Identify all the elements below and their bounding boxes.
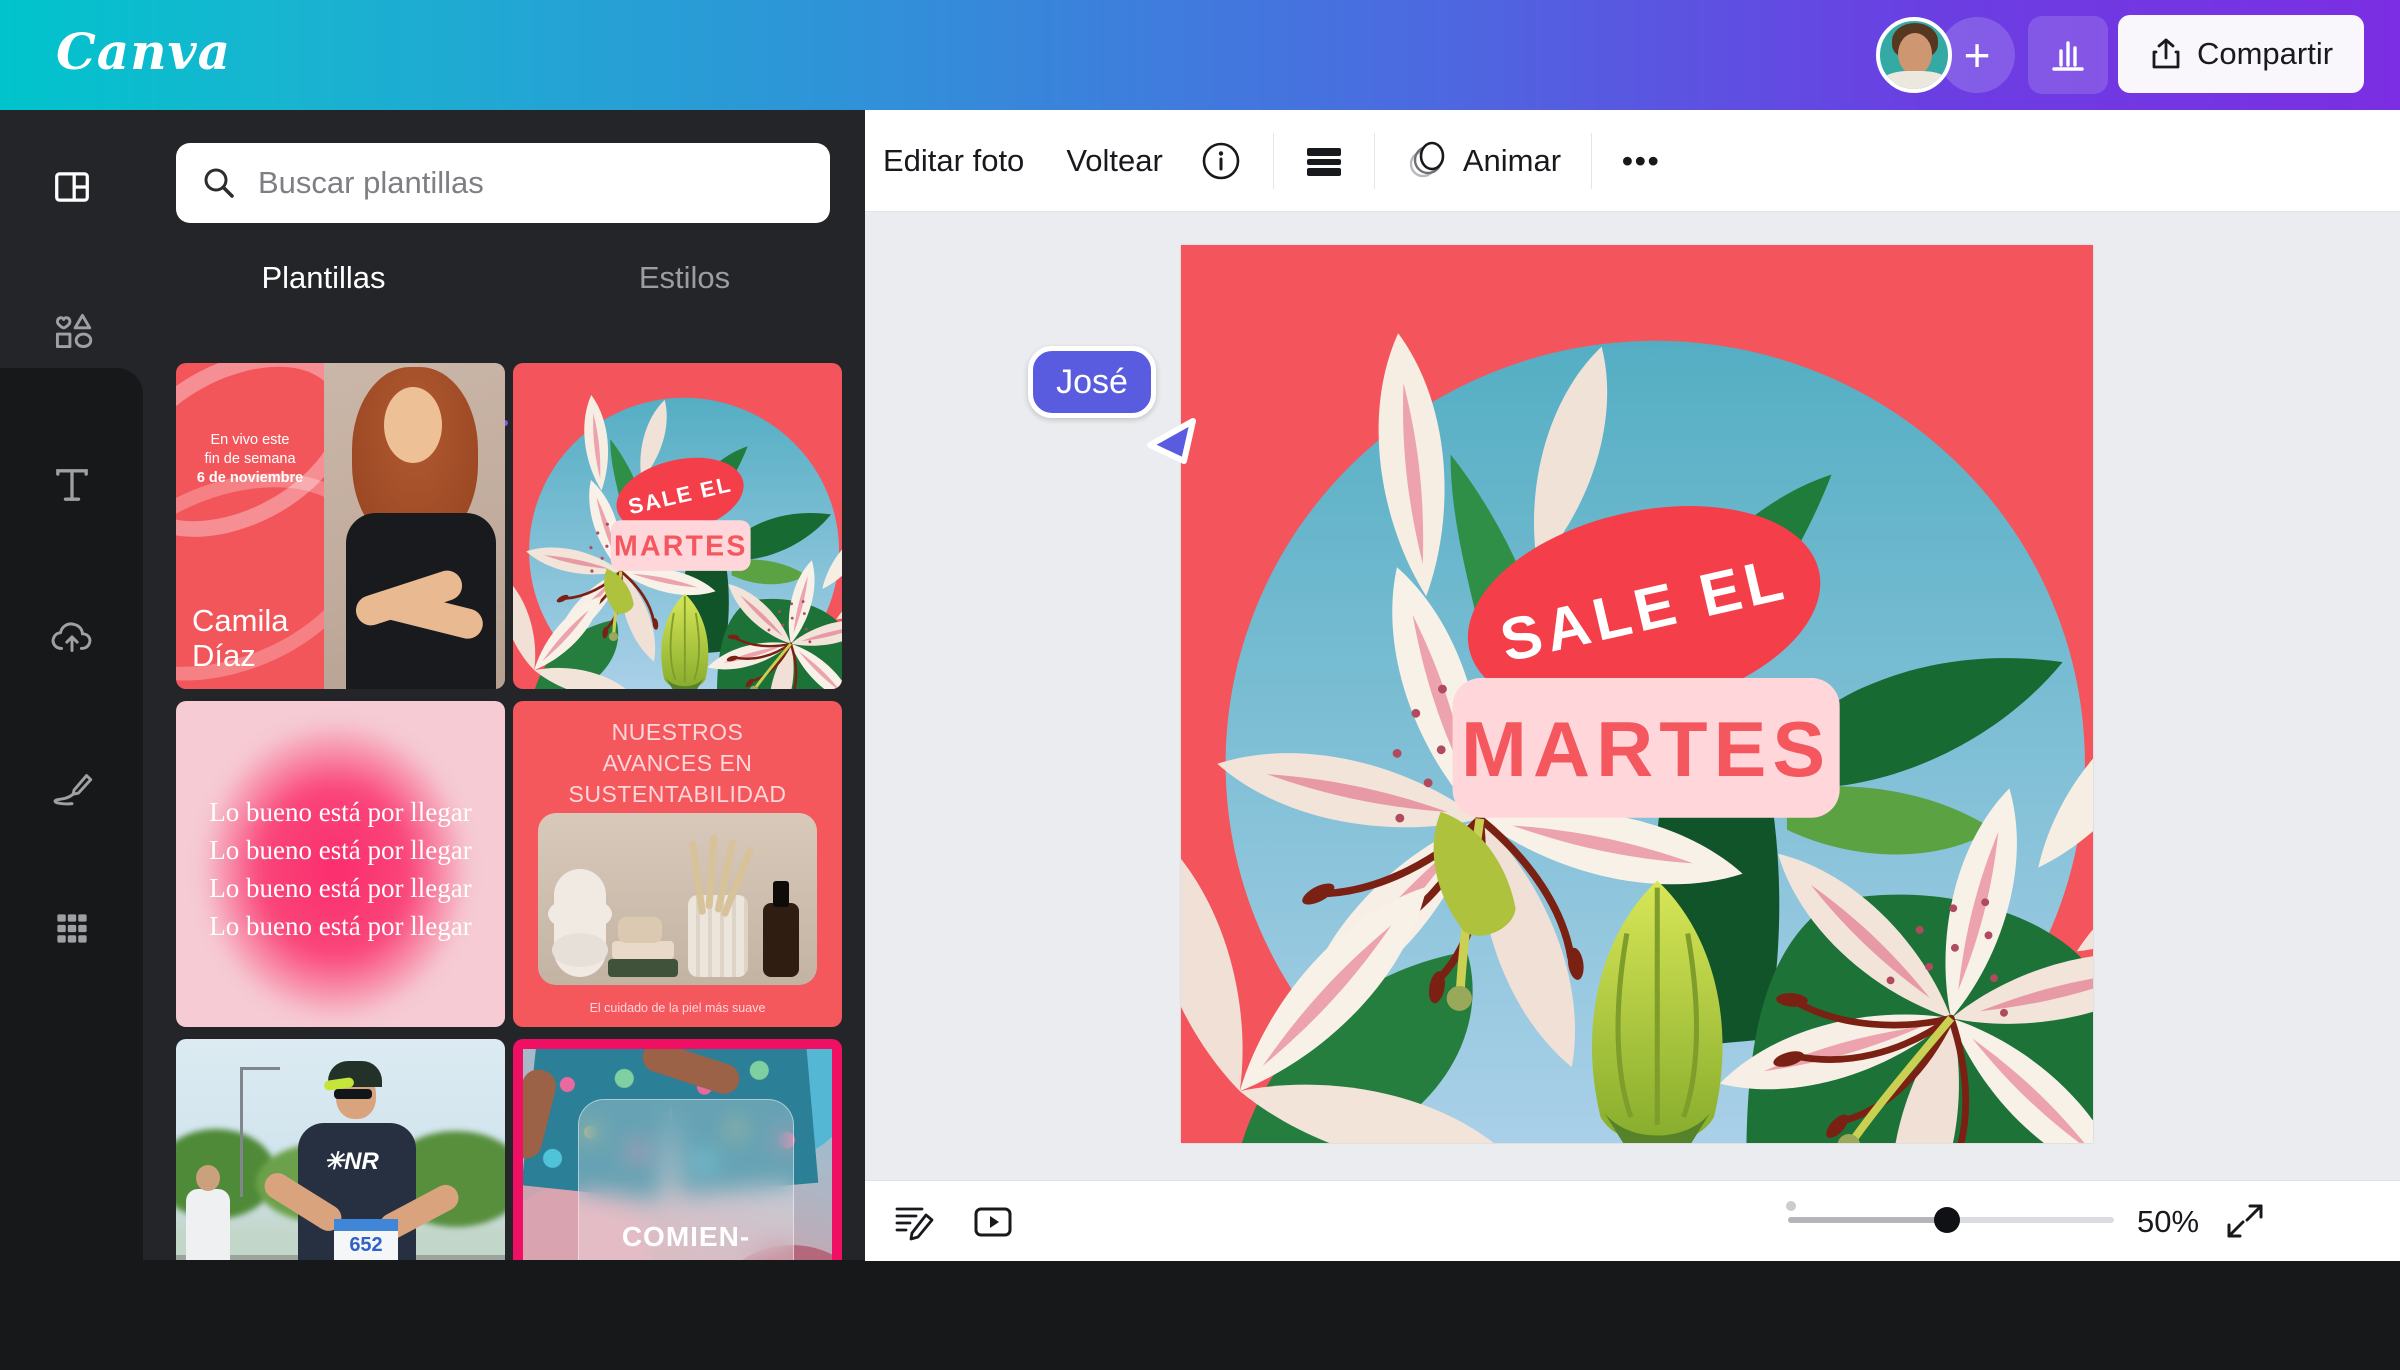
sidebar-item-text[interactable]	[0, 450, 143, 520]
share-upload-icon	[2149, 37, 2183, 71]
sidebar-item-uploads[interactable]	[0, 603, 143, 673]
animate-button[interactable]: Animar	[1405, 138, 1561, 184]
race-bib: 652	[334, 1219, 398, 1260]
edit-photo-button[interactable]: Editar foto	[883, 143, 1024, 179]
canvas-area[interactable]: SALE EL MARTES José	[865, 212, 2400, 1180]
search-icon	[200, 164, 238, 202]
tab-estilos[interactable]: Estilos	[504, 260, 865, 296]
template-thumbnail-sustentabilidad[interactable]: NUESTROS AVANCES EN SUSTENTABILIDAD El c…	[513, 701, 842, 1027]
template-thumbnail-camila[interactable]: En vivo este fin de semana 6 de noviembr…	[176, 363, 505, 689]
design-page[interactable]: SALE EL MARTES	[1181, 245, 2093, 1143]
sidebar-item-design[interactable]	[0, 152, 143, 222]
template-thumbnail-sale-martes[interactable]: SALE EL MARTES	[513, 363, 842, 689]
design-icon	[48, 163, 96, 211]
skincare-photo	[538, 813, 817, 985]
apps-grid-icon	[49, 906, 95, 952]
collaborator-cursor-icon	[1143, 408, 1201, 466]
frosted-panel: COMIEN- ZAN LAS OFERTAS	[578, 1099, 794, 1260]
share-button[interactable]: Compartir	[2118, 15, 2364, 93]
bottom-bar: 50%	[865, 1180, 2400, 1261]
martes-title[interactable]: MARTES	[1453, 678, 1840, 818]
slider-marker	[1786, 1201, 1796, 1211]
animate-label: Animar	[1463, 143, 1561, 179]
draw-pen-icon	[47, 763, 97, 813]
avatar[interactable]	[1876, 17, 1952, 93]
fullscreen-icon[interactable]	[2223, 1199, 2267, 1243]
template-thumbnail-ofertas[interactable]: COMIEN- ZAN LAS OFERTAS	[513, 1039, 842, 1260]
transparency-icon[interactable]	[1304, 141, 1344, 181]
context-toolbar: Editar foto Voltear Animar •••	[865, 110, 2400, 212]
search-bar[interactable]	[176, 143, 830, 223]
tab-plantillas[interactable]: Plantillas	[143, 260, 504, 296]
svg-text:MARTES: MARTES	[614, 531, 748, 563]
sidebar-item-elements[interactable]	[0, 297, 143, 367]
sidebar-rail	[0, 110, 143, 1260]
more-options-button[interactable]: •••	[1622, 143, 1661, 179]
share-button-label: Compartir	[2197, 36, 2333, 72]
plus-icon: +	[1964, 28, 1991, 82]
cloud-upload-icon	[47, 613, 97, 663]
flip-button[interactable]: Voltear	[1066, 143, 1163, 179]
lily-artwork: SALE EL MARTES	[513, 363, 842, 689]
elements-icon	[47, 307, 97, 357]
zoom-slider-handle[interactable]	[1934, 1207, 1960, 1233]
sunglasses	[334, 1089, 372, 1099]
sidebar-item-apps[interactable]	[0, 894, 143, 964]
sidebar-item-draw[interactable]	[0, 753, 143, 823]
zoom-level-value: 50%	[2137, 1204, 2199, 1240]
insights-button[interactable]	[2028, 16, 2108, 94]
present-icon[interactable]	[972, 1201, 1014, 1243]
search-input[interactable]	[256, 164, 806, 202]
templates-panel: Plantillas Estilos En vivo este fin de s…	[143, 110, 865, 1260]
zoom-slider[interactable]	[1788, 1217, 2114, 1223]
bar-chart-icon	[2046, 33, 2090, 77]
template-thumbnail-lo-bueno[interactable]: Lo bueno está por llegar Lo bueno está p…	[176, 701, 505, 1027]
collaborator-cursor-label: José	[1028, 346, 1156, 418]
speaker-photo	[324, 363, 505, 689]
notes-icon[interactable]	[892, 1201, 934, 1243]
top-bar: Canva + Compartir	[0, 0, 2400, 110]
info-icon[interactable]	[1199, 139, 1243, 183]
template-thumbnail-runner[interactable]: ✳NR 652	[176, 1039, 505, 1260]
background-runner	[186, 1189, 230, 1260]
animate-icon	[1405, 138, 1451, 184]
template-grid: En vivo este fin de semana 6 de noviembr…	[176, 363, 844, 1260]
svg-text:MARTES: MARTES	[1461, 705, 1831, 792]
text-icon	[48, 461, 96, 509]
canva-logo[interactable]: Canva	[56, 22, 231, 81]
